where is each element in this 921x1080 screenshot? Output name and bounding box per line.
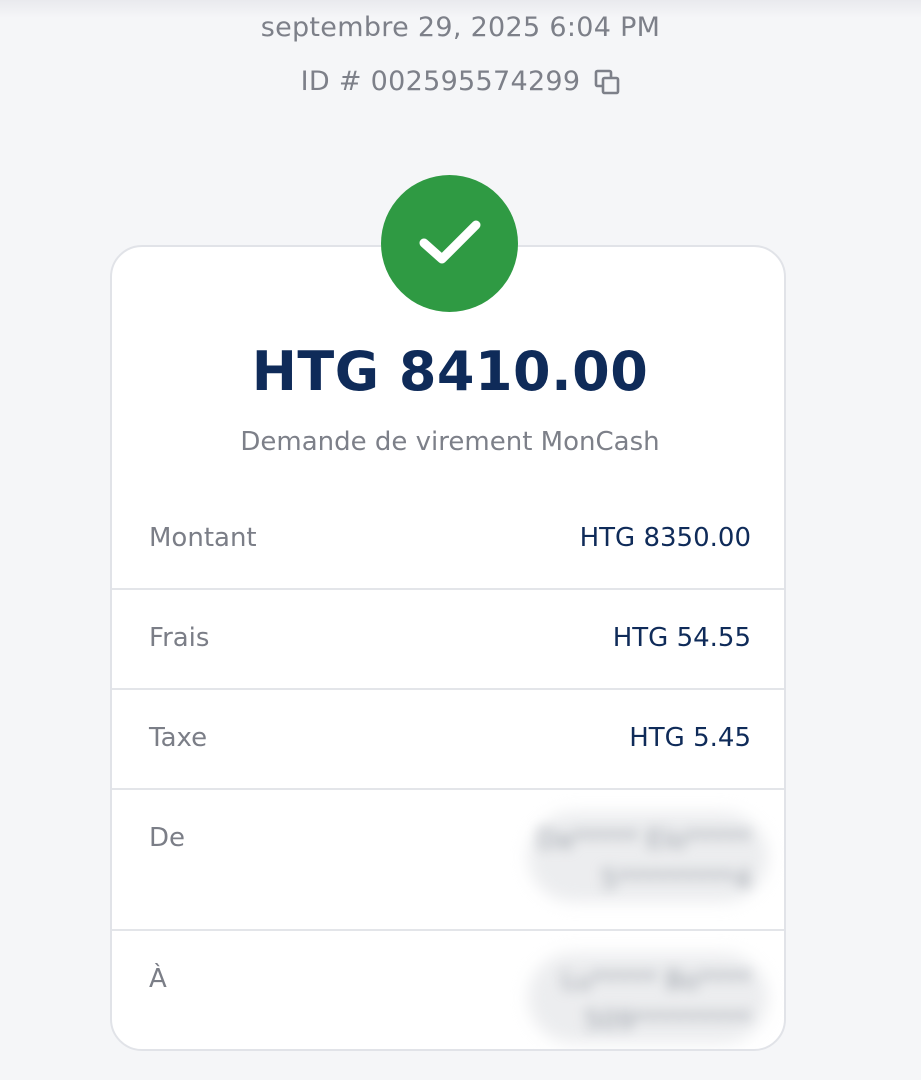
row-montant: Montant HTG 8350.00 [112,490,784,590]
recipient-redacted: Lu***** Bo**** 509********* [561,961,751,1041]
row-frais: Frais HTG 54.55 [112,590,784,690]
sender-phone: 5*********4 [600,865,751,895]
success-badge [381,175,518,312]
row-de: De Da***** Elo***** 5*********4 [112,790,784,931]
copy-icon[interactable] [594,69,620,95]
transaction-description: Demande de virement MonCash [240,427,660,457]
details-list: Montant HTG 8350.00 Frais HTG 54.55 Taxe… [112,490,784,1049]
row-label: Frais [149,623,210,653]
total-amount: HTG 8410.00 [251,340,649,403]
row-label: Montant [149,523,257,553]
recipient-name: Lu***** Bo**** [561,966,751,996]
row-value: HTG 54.55 [612,623,751,653]
sender-name: Da***** Elo***** [537,825,751,855]
sender-redacted: Da***** Elo***** 5*********4 [537,820,751,900]
row-value: HTG 5.45 [629,723,751,753]
row-a: À Lu***** Bo**** 509********* [112,931,784,1049]
recipient-phone: 509********* [584,1006,751,1036]
row-taxe: Taxe HTG 5.45 [112,690,784,790]
checkmark-icon [418,217,482,271]
transaction-id-line: ID # 002595574299 [0,66,921,97]
row-value: HTG 8350.00 [579,523,751,553]
transaction-datetime: septembre 29, 2025 6:04 PM [260,12,661,43]
receipt-card: HTG 8410.00 Demande de virement MonCash … [110,245,786,1051]
transaction-id: ID # 002595574299 [300,66,581,97]
row-label: De [149,823,186,853]
row-label: À [149,964,167,994]
row-label: Taxe [149,723,208,753]
